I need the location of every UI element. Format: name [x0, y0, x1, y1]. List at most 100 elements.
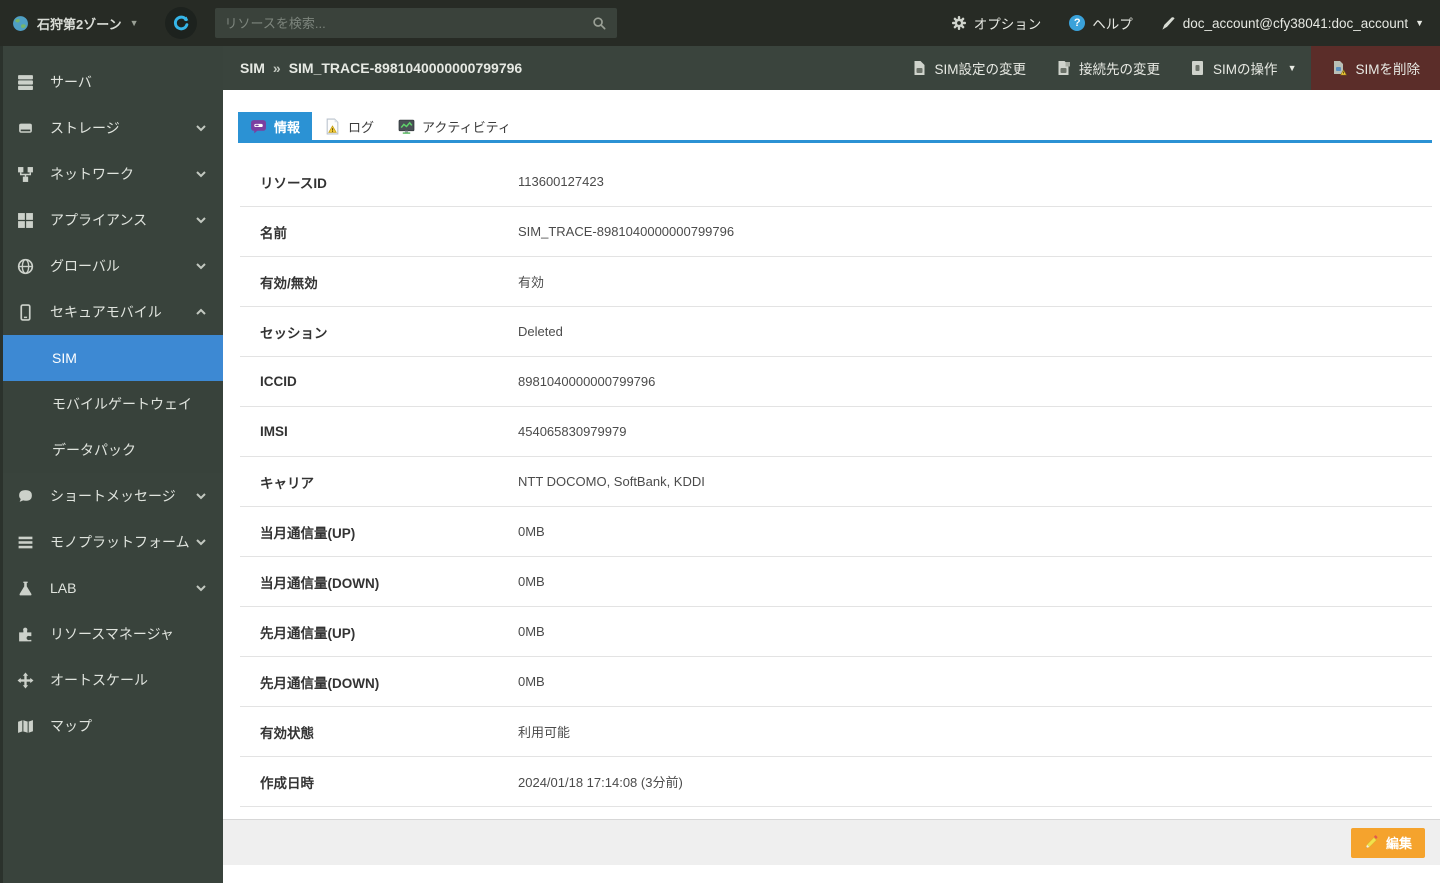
action-label: SIM設定の変更: [934, 62, 1027, 77]
chevron-down-icon: ▼: [129, 18, 139, 28]
options-menu[interactable]: オプション: [951, 13, 1041, 33]
row-label: 当月通信量(DOWN): [260, 575, 380, 591]
pencil-icon: [1364, 835, 1379, 850]
row-label: 先月通信量(UP): [260, 625, 356, 641]
platform-icon: [16, 533, 34, 551]
sidebar-subitem-sim[interactable]: SIM: [0, 335, 223, 381]
storage-icon: [16, 119, 34, 137]
info-balloon-icon: [250, 118, 267, 135]
row-label: 当月通信量(UP): [260, 525, 356, 541]
main-panel: SIM » SIM_TRACE-8981040000000799796 SIM設…: [223, 46, 1440, 883]
sidebar-item-label: ネットワーク: [50, 166, 134, 182]
table-row: 有効/無効 有効: [240, 257, 1432, 307]
row-label: 作成日時: [260, 775, 314, 791]
message-icon: [16, 487, 34, 505]
secure-mobile-submenu: SIM モバイルゲートウェイ データパック: [0, 335, 223, 473]
connection-change-button[interactable]: 接続先の変更: [1041, 46, 1175, 90]
chevron-down-icon: ▼: [1287, 63, 1297, 73]
footer-action-bar: 編集: [223, 819, 1440, 865]
sidebar-subitem-mobile-gateway[interactable]: モバイルゲートウェイ: [0, 381, 223, 427]
sidebar-item-autoscale[interactable]: オートスケール: [0, 657, 223, 703]
row-value: 有効: [518, 275, 545, 290]
sidebar-item-mono-platform[interactable]: モノプラットフォーム: [0, 519, 223, 565]
lab-flask-icon: [16, 579, 34, 597]
chevron-up-icon: [196, 308, 206, 315]
log-warning-icon: [324, 118, 341, 135]
row-label: IMSI: [260, 424, 288, 439]
sim-config-change-button[interactable]: SIM設定の変更: [897, 46, 1042, 90]
sidebar-item-storage[interactable]: ストレージ: [0, 105, 223, 151]
row-value: NTT DOCOMO, SoftBank, KDDI: [518, 474, 705, 489]
breadcrumb-separator: »: [272, 60, 281, 76]
sidebar: サーバ ストレージ ネットワーク アプライアンス グローバル セキュアモバイル …: [0, 46, 223, 883]
sim-delete-button[interactable]: SIMを削除: [1311, 46, 1440, 90]
breadcrumb: SIM » SIM_TRACE-8981040000000799796: [240, 60, 522, 76]
sidebar-item-lab[interactable]: LAB: [0, 565, 223, 611]
table-row: 当月通信量(UP) 0MB: [240, 507, 1432, 557]
tab-log[interactable]: ログ: [312, 112, 386, 140]
chevron-down-icon: [196, 217, 206, 224]
help-icon: ?: [1069, 15, 1086, 31]
action-label: SIMを削除: [1355, 62, 1420, 77]
sidebar-item-label: データパック: [52, 442, 136, 458]
sidebar-item-secure-mobile[interactable]: セキュアモバイル: [0, 289, 223, 335]
breadcrumb-section[interactable]: SIM: [240, 60, 265, 76]
table-row: 先月通信量(DOWN) 0MB: [240, 657, 1432, 707]
sidebar-item-label: ストレージ: [50, 120, 120, 136]
sidebar-item-label: モノプラットフォーム: [50, 534, 190, 550]
row-label: ICCID: [260, 374, 297, 389]
chevron-down-icon: ▼: [1415, 18, 1424, 28]
zone-selector[interactable]: 石狩第2ゾーン ▼: [12, 14, 139, 33]
sidebar-item-label: モバイルゲートウェイ: [52, 396, 192, 412]
sidebar-item-label: ショートメッセージ: [50, 488, 176, 504]
table-row: 作成日時 2024/01/18 17:14:08 (3分前): [240, 757, 1432, 807]
sim-card-icon: [912, 60, 927, 76]
zone-label: 石狩第2ゾーン: [37, 16, 122, 32]
sidebar-item-short-message[interactable]: ショートメッセージ: [0, 473, 223, 519]
sidebar-item-label: LAB: [50, 580, 77, 596]
search-input[interactable]: [224, 15, 592, 31]
row-label: 先月通信量(DOWN): [260, 675, 380, 691]
sidebar-item-resource-manager[interactable]: リソースマネージャ: [0, 611, 223, 657]
chevron-down-icon: [196, 493, 206, 500]
topbar-right: オプション ? ヘルプ doc_account@cfy38041:doc_acc…: [951, 13, 1424, 33]
sidebar-item-appliance[interactable]: アプライアンス: [0, 197, 223, 243]
sim-connection-icon: [1056, 60, 1071, 76]
tab-info[interactable]: 情報: [238, 112, 313, 140]
appliance-icon: [16, 211, 34, 229]
server-icon: [16, 73, 34, 91]
page-header: SIM » SIM_TRACE-8981040000000799796 SIM設…: [223, 46, 1440, 90]
row-value: 0MB: [518, 674, 545, 689]
row-label: 名前: [260, 225, 287, 241]
table-row: リソースID 113600127423: [240, 157, 1432, 207]
row-label: セッション: [260, 325, 328, 341]
sim-operations-dropdown[interactable]: SIMの操作 ▼: [1175, 46, 1311, 90]
map-icon: [16, 717, 34, 735]
sim-detail-table: リソースID 113600127423 名前 SIM_TRACE-8981040…: [240, 157, 1432, 807]
chevron-down-icon: [196, 263, 206, 270]
network-icon: [16, 165, 34, 183]
table-row: ICCID 8981040000000799796: [240, 357, 1432, 407]
edit-button[interactable]: 編集: [1350, 827, 1425, 858]
sidebar-item-map[interactable]: マップ: [0, 703, 223, 749]
sidebar-subitem-data-pack[interactable]: データパック: [0, 427, 223, 473]
account-menu[interactable]: doc_account@cfy38041:doc_account ▼: [1161, 16, 1424, 31]
sidebar-item-label: セキュアモバイル: [50, 304, 162, 320]
help-menu[interactable]: ? ヘルプ: [1069, 13, 1133, 33]
sidebar-item-network[interactable]: ネットワーク: [0, 151, 223, 197]
table-row: 有効状態 利用可能: [240, 707, 1432, 757]
globe-icon: [16, 257, 34, 275]
table-row: 当月通信量(DOWN) 0MB: [240, 557, 1432, 607]
search-icon: [592, 16, 607, 31]
sidebar-item-label: SIM: [52, 350, 77, 366]
sim-delete-warning-icon: [1331, 60, 1348, 76]
sidebar-item-server[interactable]: サーバ: [0, 59, 223, 105]
sidebar-item-global[interactable]: グローバル: [0, 243, 223, 289]
sidebar-item-label: リソースマネージャ: [50, 626, 174, 642]
table-row: キャリア NTT DOCOMO, SoftBank, KDDI: [240, 457, 1432, 507]
refresh-button[interactable]: [164, 7, 197, 39]
row-value: 0MB: [518, 524, 545, 539]
tab-activity[interactable]: アクティビティ: [386, 112, 523, 140]
topbar: 石狩第2ゾーン ▼ リソースを検索... オプション ? ヘルプ doc_acc…: [0, 0, 1440, 46]
table-row: セッション Deleted: [240, 307, 1432, 357]
